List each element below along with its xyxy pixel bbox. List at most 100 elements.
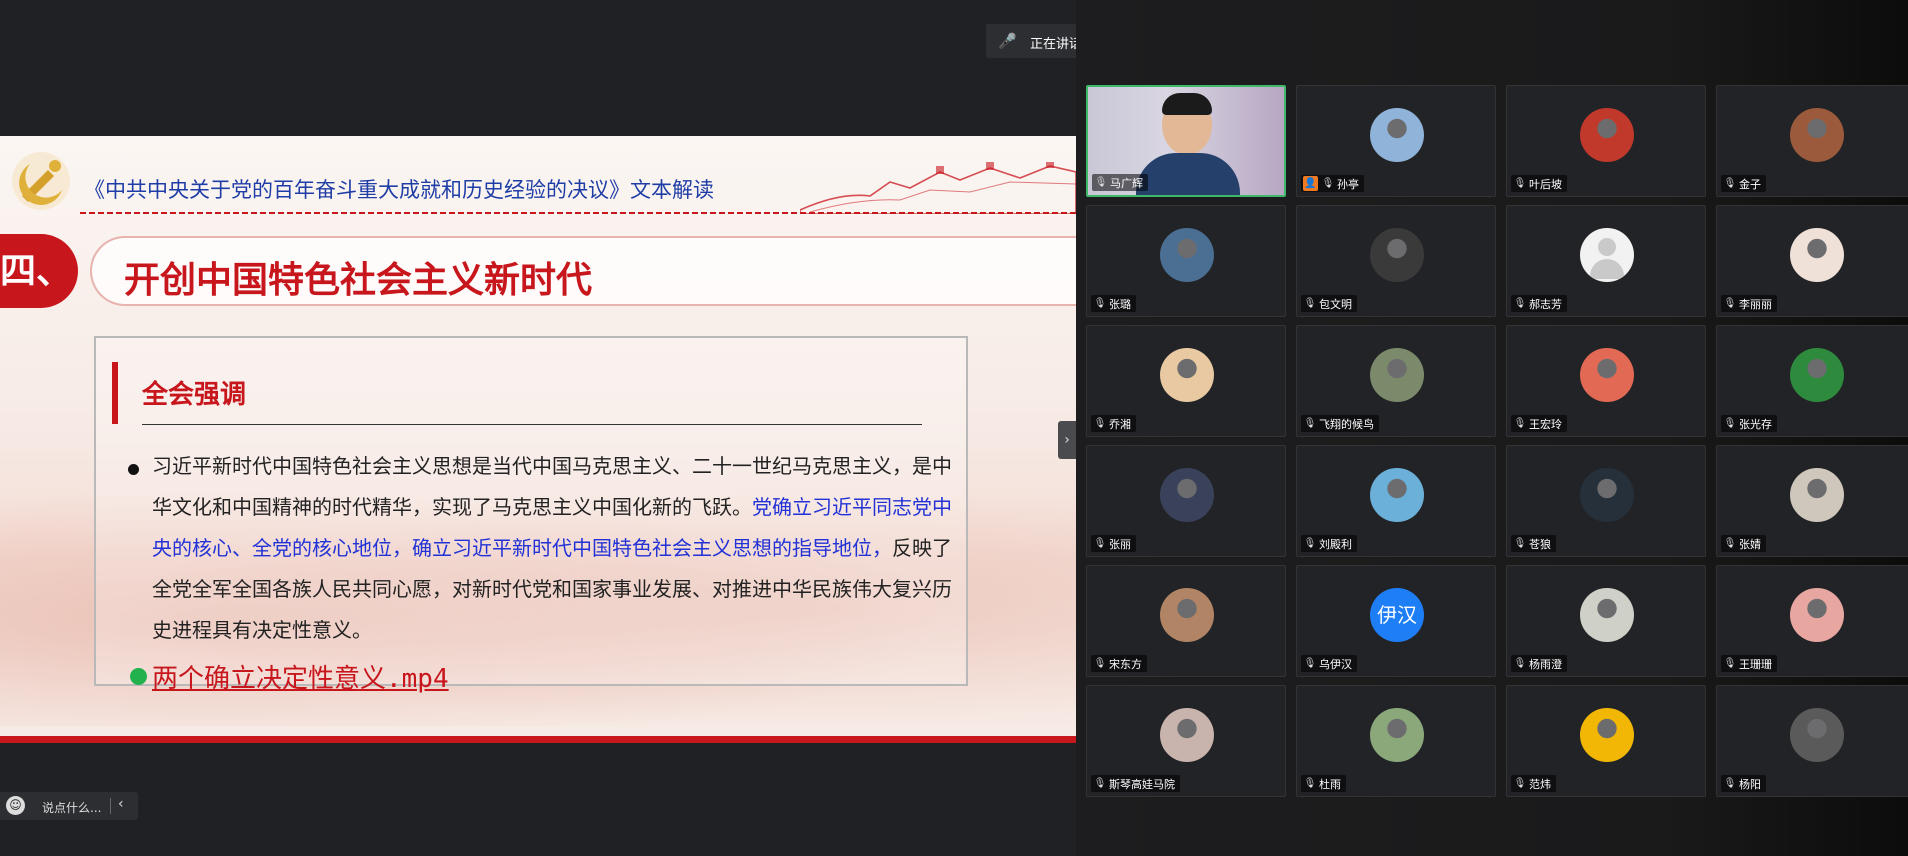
microphone-muted-icon: 🎙 xyxy=(1093,417,1107,429)
participant-name: 杜雨 xyxy=(1319,777,1341,791)
participant-name-tag: 🎙 宋东方 xyxy=(1091,655,1147,672)
avatar xyxy=(1580,708,1634,762)
participant-name-tag: 🎙 范炜 xyxy=(1511,775,1556,792)
participant-tile[interactable]: 🎙 李丽丽 xyxy=(1716,205,1908,317)
participant-tile[interactable]: 🎙 苍狼 xyxy=(1506,445,1706,557)
participant-tile[interactable]: 🎙 乔湘 xyxy=(1086,325,1286,437)
participant-name-tag: 🎙 金子 xyxy=(1721,175,1766,192)
participant-tile[interactable]: 🎙 宋东方 xyxy=(1086,565,1286,677)
participant-name-tag: 🎙 郝志芳 xyxy=(1511,295,1567,312)
microphone-muted-icon: 🎙 xyxy=(1303,657,1317,669)
chat-divider xyxy=(110,798,111,814)
microphone-muted-icon: 🎙 xyxy=(1513,657,1527,669)
participant-tile[interactable]: 🎙 王宏玲 xyxy=(1506,325,1706,437)
participant-name-tag: 🎙 杨阳 xyxy=(1721,775,1766,792)
person-hair xyxy=(1162,93,1212,115)
participant-name-tag: 🎙 叶后坡 xyxy=(1511,175,1567,192)
video-bullet-icon xyxy=(130,668,147,685)
header-divider xyxy=(80,212,1076,214)
participant-name-tag: 🎙 张丽 xyxy=(1091,535,1136,552)
emoji-icon[interactable]: ☺ xyxy=(6,796,25,815)
participant-tile[interactable]: 🎙 杨阳 xyxy=(1716,685,1908,797)
participant-name: 张光存 xyxy=(1739,417,1772,431)
participant-tile[interactable]: 🎙 王珊珊 xyxy=(1716,565,1908,677)
participant-tile[interactable]: 🎙 斯琴高娃马院 xyxy=(1086,685,1286,797)
section-title: 开创中国特色社会主义新时代 xyxy=(124,260,593,301)
participant-tile[interactable]: 🎙 金子 xyxy=(1716,85,1908,197)
participant-name: 杨雨澄 xyxy=(1529,657,1562,671)
avatar xyxy=(1370,468,1424,522)
chat-input[interactable]: 说点什么... xyxy=(42,799,101,816)
microphone-muted-icon: 🎙 xyxy=(1303,417,1317,429)
avatar xyxy=(1790,588,1844,642)
participant-name-tag: 🎙 王宏玲 xyxy=(1511,415,1567,432)
body-paragraph: 习近平新时代中国特色社会主义思想是当代中国马克思主义、二十一世纪马克思主义，是中… xyxy=(152,446,952,651)
chevron-right-icon[interactable]: › xyxy=(1058,421,1076,459)
host-badge-icon: 👤 xyxy=(1303,176,1318,191)
person-body xyxy=(1136,153,1240,195)
party-emblem-icon xyxy=(12,152,70,210)
participant-tile[interactable]: 🎙 包文明 xyxy=(1296,205,1496,317)
microphone-muted-icon: 🎙 xyxy=(1513,537,1527,549)
participant-tile[interactable]: 🎙 张丽 xyxy=(1086,445,1286,557)
participant-tile[interactable]: 🎙 范炜 xyxy=(1506,685,1706,797)
microphone-muted-icon: 🎙 xyxy=(1723,177,1737,189)
microphone-muted-icon: 🎙 xyxy=(1513,777,1527,789)
chat-input-bar[interactable]: ☺ 说点什么... ‹ xyxy=(0,792,138,820)
avatar xyxy=(1370,228,1424,282)
participant-name: 乔湘 xyxy=(1109,417,1131,431)
participant-tile[interactable]: 🎙 张婧 xyxy=(1716,445,1908,557)
avatar xyxy=(1580,588,1634,642)
participant-tile[interactable]: 🎙 杜雨 xyxy=(1296,685,1496,797)
participant-name: 李丽丽 xyxy=(1739,297,1772,311)
participant-tile[interactable]: 🎙 刘殿利 xyxy=(1296,445,1496,557)
avatar xyxy=(1790,468,1844,522)
participant-tile[interactable]: 🎙 张光存 xyxy=(1716,325,1908,437)
participant-name: 王宏玲 xyxy=(1529,417,1562,431)
participant-gallery: 🎙 马广辉 👤 🎙 孙亭 🎙 叶后坡 🎙 金子 🎙 张璐 🎙 包文明 🎙 郝志芳 🎙 李丽丽 🎙 乔湘 🎙 飞翔的候鸟 🎙… xyxy=(1076,0,1908,856)
participant-tile[interactable]: 伊汉 🎙 乌伊汉 xyxy=(1296,565,1496,677)
default-avatar-body xyxy=(1590,259,1624,279)
participant-name-tag: 🎙 张璐 xyxy=(1091,295,1136,312)
microphone-muted-icon: 🎙 xyxy=(1303,297,1317,309)
participant-name: 王珊珊 xyxy=(1739,657,1772,671)
heading-accent-bar xyxy=(112,362,118,424)
participant-name: 乌伊汉 xyxy=(1319,657,1352,671)
participant-name: 宋东方 xyxy=(1109,657,1142,671)
microphone-muted-icon: 🎙 xyxy=(1093,297,1107,309)
avatar xyxy=(1370,108,1424,162)
avatar xyxy=(1580,468,1634,522)
chevron-left-icon[interactable]: ‹ xyxy=(118,796,124,812)
participant-tile[interactable]: 🎙 郝志芳 xyxy=(1506,205,1706,317)
participant-name: 苍狼 xyxy=(1529,537,1551,551)
avatar-initials: 伊汉 xyxy=(1370,588,1424,642)
participant-tile[interactable]: 👤 🎙 孙亭 xyxy=(1296,85,1496,197)
participant-tile[interactable]: 🎙 叶后坡 xyxy=(1506,85,1706,197)
participant-tile[interactable]: 🎙 张璐 xyxy=(1086,205,1286,317)
avatar xyxy=(1160,708,1214,762)
participant-name: 张璐 xyxy=(1109,297,1131,311)
participant-tile[interactable]: 🎙 马广辉 xyxy=(1086,85,1286,197)
participant-name: 包文明 xyxy=(1319,297,1352,311)
default-avatar-head xyxy=(1598,238,1616,256)
video-file-link[interactable]: 两个确立决定性意义.mp4 xyxy=(152,658,449,695)
participant-name-tag: 🎙 斯琴高娃马院 xyxy=(1091,775,1180,792)
bullet-icon xyxy=(128,464,139,475)
avatar xyxy=(1790,228,1844,282)
avatar xyxy=(1160,468,1214,522)
microphone-muted-icon: 🎙 xyxy=(1723,537,1737,549)
great-wall-illustration xyxy=(800,162,1076,214)
participant-tile[interactable]: 🎙 杨雨澄 xyxy=(1506,565,1706,677)
microphone-muted-icon: 🎙 xyxy=(1723,297,1737,309)
participant-name: 斯琴高娃马院 xyxy=(1109,777,1175,791)
participant-name-tag: 🎙 杜雨 xyxy=(1301,775,1346,792)
participant-tile[interactable]: 🎙 飞翔的候鸟 xyxy=(1296,325,1496,437)
presentation-slide: 《中共中央关于党的百年奋斗重大成就和历史经验的决议》文本解读 四、 开创中国特色… xyxy=(0,136,1076,743)
section-number: 四、 xyxy=(0,234,78,308)
slide-bottom-bar xyxy=(0,736,1076,743)
microphone-muted-icon: 🎙 xyxy=(1723,777,1737,789)
avatar xyxy=(1580,108,1634,162)
microphone-icon: 🎤 xyxy=(998,32,1017,50)
participant-name-tag: 🎙 马广辉 xyxy=(1092,174,1148,191)
participant-name-tag: 🎙 张光存 xyxy=(1721,415,1777,432)
